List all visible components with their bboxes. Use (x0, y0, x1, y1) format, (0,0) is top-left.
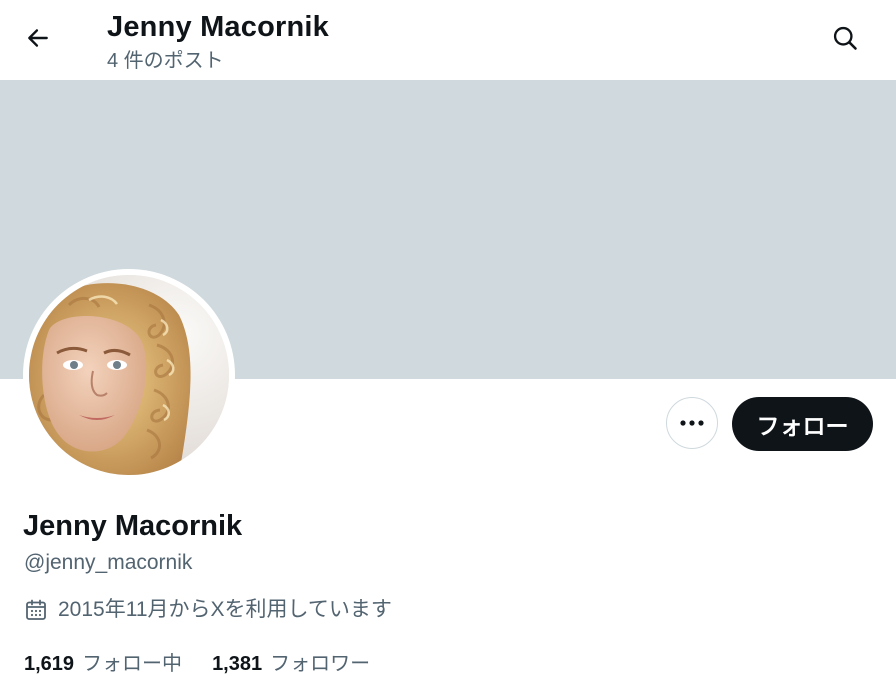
more-options-button[interactable] (666, 397, 718, 449)
header-name: Jenny Macornik (107, 11, 329, 43)
profile-handle: @jenny_macornik (24, 551, 193, 574)
following-link[interactable]: 1,619 フォロー中 (24, 650, 182, 678)
header-title-group: Jenny Macornik 4 件のポスト (107, 10, 329, 74)
followers-count: 1,381 (212, 653, 263, 675)
followers-label: フォロワー (270, 653, 371, 675)
avatar (29, 275, 229, 475)
header-post-count: 4 件のポスト (107, 50, 224, 72)
avatar-frame[interactable] (23, 269, 235, 481)
arrow-left-icon (25, 25, 51, 56)
top-bar: Jenny Macornik 4 件のポスト (0, 0, 896, 80)
followers-link[interactable]: 1,381 フォロワー (212, 650, 370, 678)
joined-date: 2015年11月からXを利用しています (24, 596, 392, 624)
following-label: フォロー中 (82, 653, 183, 675)
calendar-icon (24, 598, 48, 622)
profile-stats: 1,619 フォロー中 1,381 フォロワー (24, 650, 370, 678)
follow-button[interactable]: フォロー (732, 397, 873, 451)
search-button[interactable] (825, 20, 865, 60)
joined-text: 2015年11月からXを利用しています (58, 598, 392, 621)
following-count: 1,619 (24, 653, 75, 675)
back-button[interactable] (18, 20, 58, 60)
more-horizontal-icon (679, 414, 705, 432)
profile-display-name: Jenny Macornik (23, 510, 243, 542)
search-icon (831, 24, 859, 57)
